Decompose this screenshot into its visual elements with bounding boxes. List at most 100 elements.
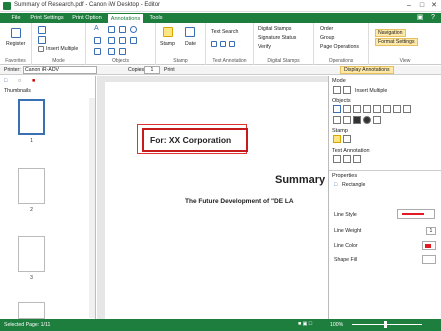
group-label-stamp: Stamp (173, 58, 188, 64)
comment-icon[interactable]: ○ (18, 78, 21, 84)
hand-icon[interactable] (38, 36, 46, 44)
tab-print-option[interactable]: Print Option (68, 13, 106, 23)
zoom-slider[interactable] (352, 324, 422, 325)
zoom-slider-thumb[interactable] (384, 321, 387, 328)
insert-multiple-panel-button[interactable]: Insert Multiple (355, 88, 387, 94)
digital-stamps-button[interactable]: Digital Stamps (258, 26, 291, 32)
group-button[interactable]: Group (320, 35, 334, 41)
rectangle-label: Rectangle (342, 182, 366, 188)
panel-stamp-icon[interactable] (333, 135, 341, 143)
order-button[interactable]: Order (320, 26, 333, 32)
line-weight-label: Line Weight (334, 228, 362, 234)
signature-status-button[interactable]: Signature Status (258, 35, 296, 41)
tab-annotations[interactable]: Annotations (107, 13, 144, 23)
thumbnail-page-1[interactable] (18, 99, 45, 135)
display-annotations-button[interactable]: Display Annotations (340, 66, 394, 74)
app-icon (3, 2, 11, 10)
panel-callout-icon[interactable] (363, 105, 371, 113)
ribbon-tabs: File Print Settings Print Option Annotat… (0, 13, 441, 23)
page-number-2: 2 (30, 207, 33, 213)
annotation-text-box[interactable]: For: XX Corporation (142, 128, 248, 152)
group-text-annotation: Text Search Text Annotation (206, 23, 254, 65)
panel-text-highlight-icon[interactable] (353, 155, 361, 163)
navigation-button[interactable]: Navigation (375, 29, 406, 37)
tab-file[interactable]: File (6, 13, 26, 23)
pen-tool-icon[interactable] (130, 37, 137, 44)
register-button[interactable]: Register (6, 41, 25, 47)
rectangle-tool-icon[interactable] (108, 37, 115, 44)
stamp-button[interactable]: Stamp (160, 41, 175, 47)
panel-filled-circle-icon[interactable] (363, 116, 371, 124)
register-icon[interactable] (11, 28, 21, 38)
group-label-text-annotation: Text Annotation (212, 58, 247, 64)
panel-note-icon[interactable] (353, 105, 361, 113)
highlight-text-icon[interactable] (211, 41, 217, 47)
text-search-button[interactable]: Text Search (211, 29, 238, 35)
stamp-icon[interactable] (163, 27, 173, 37)
tab-tools[interactable]: Tools (146, 13, 166, 23)
panel-strike-icon[interactable] (343, 155, 351, 163)
page-operations-button[interactable]: Page Operations (320, 44, 359, 50)
minimize-icon[interactable]: – (404, 1, 414, 11)
printer-select[interactable]: Canon iR-ADV (23, 66, 97, 74)
ellipse-tool-icon[interactable] (130, 26, 137, 33)
shape-fill-label: Shape Fill (334, 257, 358, 263)
text-annotation-section-title: Text Annotation (332, 148, 370, 154)
bookmark-icon[interactable]: □ (4, 78, 7, 84)
arrow-tool-icon[interactable] (108, 48, 115, 55)
mode-hand-icon[interactable] (343, 86, 351, 94)
note-tool-icon[interactable] (119, 26, 126, 33)
panel-rectangle-icon[interactable] (383, 105, 391, 113)
line-style-swatch (402, 213, 424, 215)
shape-fill-picker[interactable] (422, 255, 436, 264)
polygon-tool-icon[interactable] (119, 37, 126, 44)
text-tool-icon[interactable]: A (94, 25, 99, 32)
mode-section-title: Mode (332, 78, 346, 84)
line-color-picker[interactable] (422, 241, 436, 250)
thumbnails-title: Thumbnails (4, 88, 31, 94)
format-settings-button[interactable]: Format Settings (375, 38, 418, 46)
help-icon[interactable]: ? (428, 13, 438, 23)
line-style-select[interactable] (397, 209, 435, 219)
panel-divider (329, 170, 441, 171)
date-button[interactable]: Date (185, 41, 196, 47)
thumbnails-scrollbar[interactable] (89, 98, 95, 318)
panel-highlighter-icon[interactable] (343, 116, 351, 124)
panel-circle-icon[interactable] (393, 105, 401, 113)
panel-polygon-icon[interactable] (403, 105, 411, 113)
tab-print-settings[interactable]: Print Settings (28, 13, 66, 23)
image-tool-icon[interactable] (119, 48, 126, 55)
line-tool-icon[interactable] (94, 37, 101, 44)
attachment-icon[interactable]: ■ (32, 78, 35, 84)
window-title: Summary of Research.pdf - Canon iW Deskt… (14, 2, 161, 8)
panel-textbox-icon[interactable] (343, 105, 351, 113)
pin-icon[interactable]: ▣ (415, 13, 425, 23)
print-button[interactable]: Print (164, 67, 175, 73)
copies-input[interactable]: 1 (144, 66, 160, 74)
strike-text-icon[interactable] (229, 41, 235, 47)
verify-button[interactable]: Verify (258, 44, 271, 50)
line-style-label: Line Style (334, 212, 357, 218)
panel-text-icon[interactable] (333, 105, 341, 113)
select-icon[interactable] (38, 26, 46, 34)
highlight-tool-icon[interactable] (94, 48, 101, 55)
thumbnail-page-3[interactable] (18, 236, 45, 272)
mode-select-icon[interactable] (333, 86, 341, 94)
panel-image-icon[interactable] (373, 116, 381, 124)
panel-underline-icon[interactable] (333, 155, 341, 163)
panel-filled-rect-icon[interactable] (353, 116, 361, 124)
maximize-icon[interactable]: □ (417, 1, 427, 11)
thumbnail-page-4[interactable] (18, 302, 45, 319)
panel-line-icon[interactable] (373, 105, 381, 113)
panel-date-icon[interactable] (343, 135, 351, 143)
underline-text-icon[interactable] (220, 41, 226, 47)
textbox-tool-icon[interactable] (108, 26, 115, 33)
date-icon[interactable] (185, 27, 195, 37)
panel-pen-icon[interactable] (333, 116, 341, 124)
insert-multiple-button[interactable]: Insert Multiple (46, 46, 78, 52)
close-icon[interactable]: ✕ (429, 1, 439, 11)
line-weight-input[interactable]: 1 (426, 227, 436, 235)
ribbon: Register Favorites Insert Multiple Mode … (0, 23, 441, 65)
view-mode-icons[interactable]: ■ ▣ □ (298, 321, 312, 327)
thumbnail-page-2[interactable] (18, 168, 45, 204)
